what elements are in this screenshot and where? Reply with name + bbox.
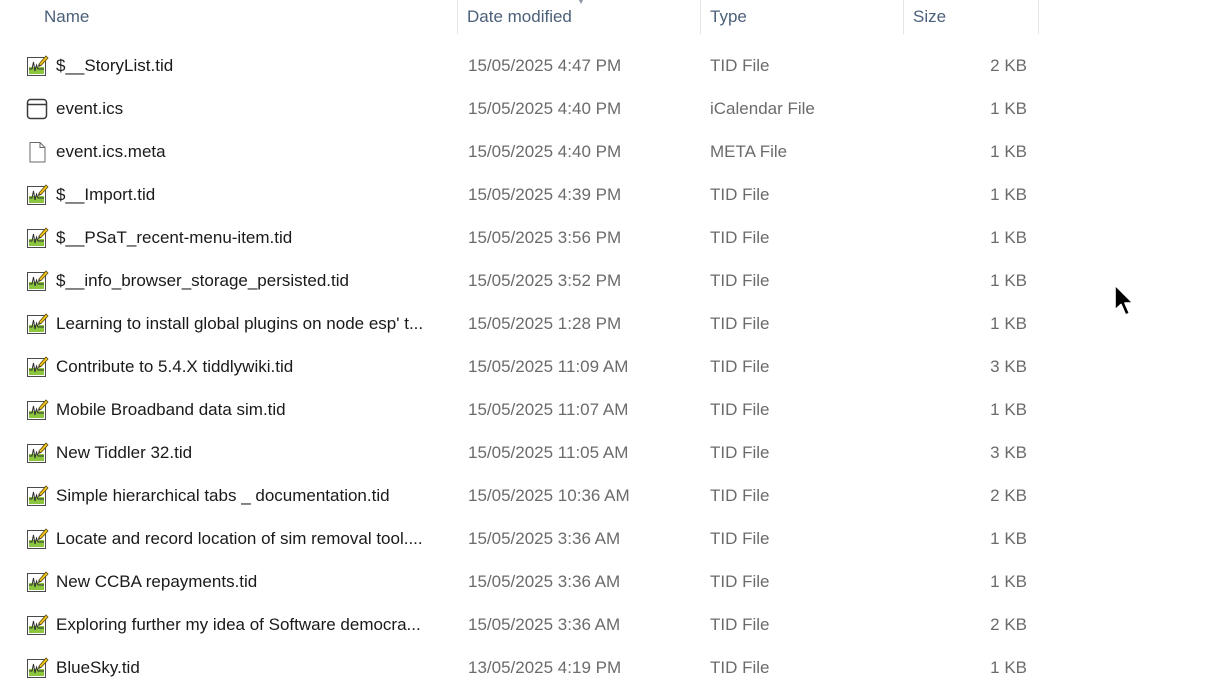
file-date-modified: 15/05/2025 11:05 AM [468,443,629,462]
tid-file-icon [25,570,49,594]
file-date-modified: 15/05/2025 1:28 PM [468,314,622,333]
file-date-modified: 15/05/2025 3:56 PM [468,228,622,247]
column-header-type[interactable]: Type [701,0,903,34]
file-type: TID File [710,615,770,634]
tid-file-icon [25,312,49,336]
file-row[interactable]: event.ics 15/05/2025 4:40 PM iCalendar Fil… [0,87,1039,130]
file-name: Locate and record location of sim remova… [56,529,423,548]
file-date-modified: 15/05/2025 3:36 AM [468,615,621,634]
file-name: $__Import.tid [56,185,156,204]
file-date-modified: 15/05/2025 4:39 PM [468,185,622,204]
tid-file-icon [25,656,49,680]
file-row[interactable]: Exploring further my idea of Software de… [0,603,1039,646]
file-row[interactable]: New Tiddler 32.tid 15/05/2025 11:05 AM TID… [0,431,1039,474]
generic-file-icon [25,140,49,164]
file-type: iCalendar File [710,99,815,118]
file-name: event.ics [56,99,124,118]
file-date-modified: 15/05/2025 4:40 PM [468,99,622,118]
file-row[interactable]: $__PSaT_recent-menu-item.tid 15/05/2025 3… [0,216,1039,259]
file-size: 1 KB [990,271,1027,290]
file-size: 1 KB [990,314,1027,333]
file-row[interactable]: Learning to install global plugins on no… [0,302,1039,345]
file-type: TID File [710,572,770,591]
calendar-file-icon [25,97,49,121]
file-type: META File [710,142,788,161]
file-row[interactable]: Locate and record location of sim remova… [0,517,1039,560]
tid-file-icon [25,226,49,250]
tid-file-icon [25,527,49,551]
file-size: 1 KB [990,400,1027,419]
file-size: 2 KB [990,486,1027,505]
file-row[interactable]: $__StoryList.tid 15/05/2025 4:47 PM TID Fi… [0,44,1039,87]
column-header-size[interactable]: Size [904,0,1038,34]
file-type: TID File [710,56,770,75]
file-name: New Tiddler 32.tid [56,443,193,462]
column-header-date-modified[interactable]: Date modified [458,0,700,34]
file-row[interactable]: New CCBA repayments.tid 15/05/2025 3:36 A… [0,560,1039,603]
file-name: $__StoryList.tid [56,56,174,75]
file-date-modified: 15/05/2025 4:47 PM [468,56,622,75]
file-name: BlueSky.tid [56,658,140,677]
file-size: 1 KB [990,529,1027,548]
file-size: 2 KB [990,56,1027,75]
file-name: event.ics.meta [56,142,166,161]
file-date-modified: 15/05/2025 10:36 AM [468,486,630,505]
file-size: 1 KB [990,658,1027,677]
file-date-modified: 15/05/2025 11:09 AM [468,357,629,376]
file-row[interactable]: Simple hierarchical tabs _ documentation… [0,474,1039,517]
file-date-modified: 15/05/2025 3:36 AM [468,529,621,548]
column-divider[interactable] [1038,0,1039,34]
file-name: Mobile Broadband data sim.tid [56,400,286,419]
tid-file-icon [25,54,49,78]
file-type: TID File [710,271,770,290]
file-type: TID File [710,529,770,548]
file-row[interactable]: $__info_browser_storage_persisted.tid 15/… [0,259,1039,302]
file-name: New CCBA repayments.tid [56,572,258,591]
file-name: Exploring further my idea of Software de… [56,615,421,634]
file-date-modified: 15/05/2025 11:07 AM [468,400,629,419]
file-date-modified: 15/05/2025 3:36 AM [468,572,621,591]
mouse-pointer-icon [1114,284,1134,316]
file-size: 3 KB [990,443,1027,462]
file-type: TID File [710,486,770,505]
tid-file-icon [25,398,49,422]
file-type: TID File [710,357,770,376]
file-row[interactable]: Contribute to 5.4.X tiddlywiki.tid 15/05/… [0,345,1039,388]
file-type: TID File [710,658,770,677]
file-size: 1 KB [990,99,1027,118]
file-name: Simple hierarchical tabs _ documentation… [56,486,390,505]
file-size: 1 KB [990,142,1027,161]
file-type: TID File [710,314,770,333]
tid-file-icon [25,355,49,379]
file-row[interactable]: event.ics.meta 15/05/2025 4:40 PM META Fil… [0,130,1039,173]
tid-file-icon [25,441,49,465]
file-date-modified: 13/05/2025 4:19 PM [468,658,622,677]
file-name: Contribute to 5.4.X tiddlywiki.tid [56,357,294,376]
file-name: $__PSaT_recent-menu-item.tid [56,228,293,247]
file-type: TID File [710,185,770,204]
column-header-name[interactable]: Name [35,0,457,34]
tid-file-icon [25,269,49,293]
file-size: 1 KB [990,185,1027,204]
tid-file-icon [25,183,49,207]
column-header-bar: Name ▼ Date modified Type Size [0,0,1039,34]
file-name: Learning to install global plugins on no… [56,314,424,333]
file-date-modified: 15/05/2025 4:40 PM [468,142,622,161]
file-size: 3 KB [990,357,1027,376]
file-row[interactable]: Mobile Broadband data sim.tid 15/05/2025 … [0,388,1039,431]
file-type: TID File [710,400,770,419]
file-type: TID File [710,443,770,462]
file-size: 2 KB [990,615,1027,634]
file-list: $__StoryList.tid 15/05/2025 4:47 PM TID Fi… [0,44,1039,685]
file-row[interactable]: BlueSky.tid 13/05/2025 4:19 PM TID File 1 K… [0,646,1039,685]
file-name: $__info_browser_storage_persisted.tid [56,271,349,290]
file-type: TID File [710,228,770,247]
file-row[interactable]: $__Import.tid 15/05/2025 4:39 PM TID File 1… [0,173,1039,216]
tid-file-icon [25,613,49,637]
file-date-modified: 15/05/2025 3:52 PM [468,271,622,290]
file-size: 1 KB [990,572,1027,591]
file-size: 1 KB [990,228,1027,247]
tid-file-icon [25,484,49,508]
